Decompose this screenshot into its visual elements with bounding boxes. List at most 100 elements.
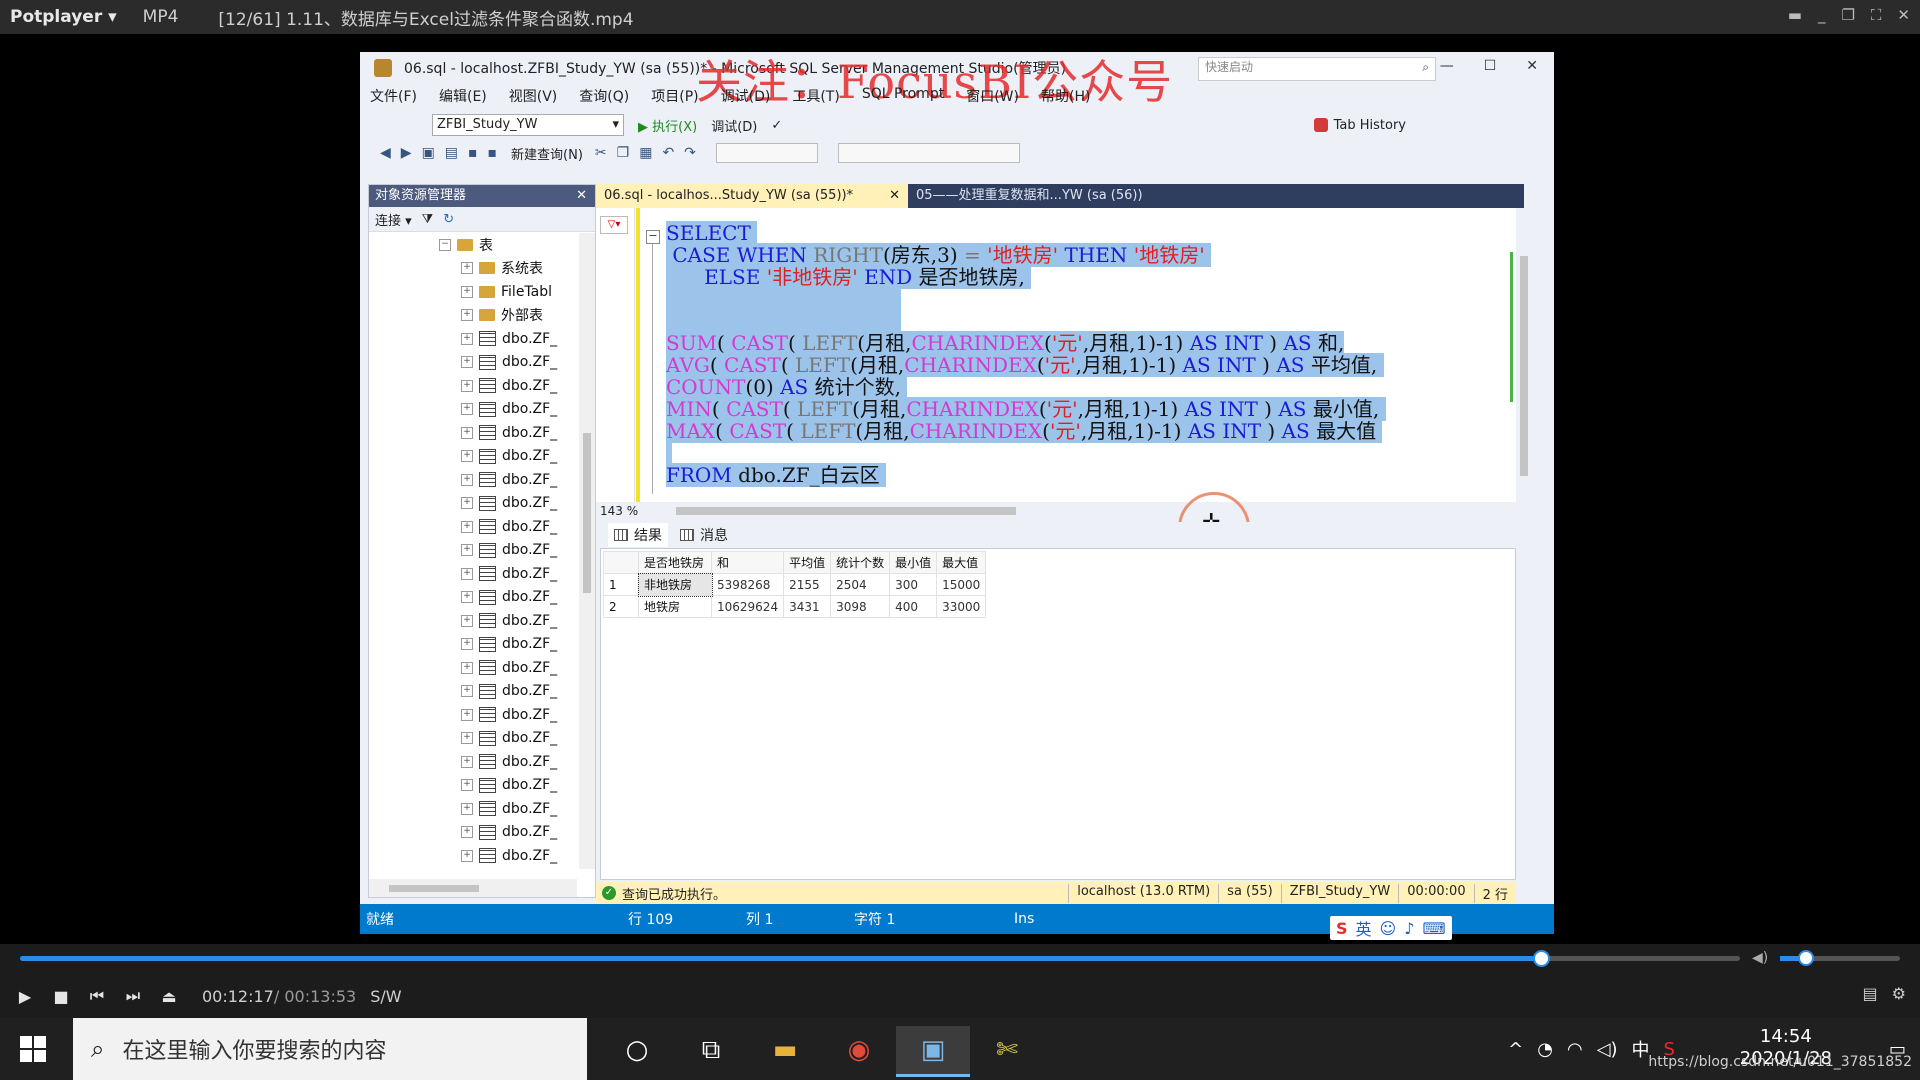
play-icon[interactable]: ▶ xyxy=(14,987,36,1006)
player-menu[interactable]: Potplayer ▾ xyxy=(10,7,117,27)
editor-hscrollbar[interactable] xyxy=(666,502,1516,520)
tree-node-folder[interactable]: + FileTabl xyxy=(369,280,577,304)
speaker-icon[interactable]: ◁) xyxy=(1597,1039,1618,1060)
tab-close-icon[interactable]: ✕ xyxy=(889,184,900,208)
seek-bar[interactable] xyxy=(20,950,1740,967)
fullscreen-icon[interactable]: ⛶ xyxy=(1871,6,1882,24)
volume-icon[interactable]: ◀) xyxy=(1752,950,1768,966)
open-file-icon[interactable]: ▤ xyxy=(445,145,458,161)
grid-cell[interactable]: 地铁房 xyxy=(638,595,712,618)
tree-node-table[interactable]: + dbo.ZF_ xyxy=(369,844,577,868)
expand-icon[interactable]: + xyxy=(461,332,473,345)
tree-node-table[interactable]: + dbo.ZF_ xyxy=(369,398,577,422)
volume-handle[interactable] xyxy=(1798,950,1814,966)
menu-query[interactable]: 查询(Q) xyxy=(579,86,629,108)
minimize-icon[interactable]: _ xyxy=(1818,6,1826,24)
expand-icon[interactable]: + xyxy=(461,285,473,298)
tree-node-table[interactable]: + dbo.ZF_ xyxy=(369,374,577,398)
grid-cell[interactable]: 15000 xyxy=(936,573,987,596)
menu-edit[interactable]: 编辑(E) xyxy=(439,86,487,108)
expand-icon[interactable]: + xyxy=(461,849,473,862)
tab-05-sql[interactable]: 05——处理重复数据和...YW (sa (56)) xyxy=(908,184,1151,208)
expand-icon[interactable]: + xyxy=(461,450,473,463)
previous-icon[interactable]: ⏮ xyxy=(86,986,108,1006)
tree-node-table[interactable]: + dbo.ZF_ xyxy=(369,586,577,610)
wifi-icon[interactable]: ◠ xyxy=(1567,1039,1583,1060)
expand-icon[interactable]: + xyxy=(461,755,473,768)
column-header[interactable]: 是否地铁房 xyxy=(638,551,712,574)
menu-help[interactable]: 帮助(H) xyxy=(1041,86,1090,108)
pin-icon[interactable]: ▬ xyxy=(1788,6,1802,24)
tree-node-table[interactable]: + dbo.ZF_ xyxy=(369,351,577,375)
tree-node-table[interactable]: + dbo.ZF_ xyxy=(369,492,577,516)
tree-node-table[interactable]: + dbo.ZF_ xyxy=(369,421,577,445)
zoom-select[interactable]: 143 % xyxy=(596,502,670,520)
column-header[interactable]: 平均值 xyxy=(783,551,832,574)
grid-cell[interactable]: 400 xyxy=(889,595,938,618)
tab-results[interactable]: 结果 xyxy=(608,523,668,547)
column-header[interactable]: 最小值 xyxy=(889,551,938,574)
save-all-icon[interactable]: ▪ xyxy=(488,145,498,161)
editor-vscrollbar[interactable] xyxy=(1516,208,1532,502)
grid-cell[interactable]: 2504 xyxy=(830,573,891,596)
solution-config-combo[interactable] xyxy=(715,143,818,163)
column-header[interactable]: 统计个数 xyxy=(830,551,891,574)
eject-icon[interactable]: ⏏ xyxy=(158,987,180,1006)
mic-icon[interactable]: ♪ xyxy=(1404,919,1414,938)
menu-file[interactable]: 文件(F) xyxy=(370,86,417,108)
expand-icon[interactable]: + xyxy=(461,567,473,580)
tree-node-table[interactable]: + dbo.ZF_ xyxy=(369,656,577,680)
volume-slider[interactable] xyxy=(1780,950,1900,966)
connect-button[interactable]: 连接 ▾ xyxy=(375,210,412,229)
tree-node-table[interactable]: + dbo.ZF_ xyxy=(369,821,577,845)
grid-cell[interactable]: 非地铁房 xyxy=(637,572,713,597)
expand-icon[interactable]: + xyxy=(461,614,473,627)
chrome-icon[interactable]: ◉ xyxy=(822,1026,896,1074)
new-query-button[interactable]: 新建查询(N) xyxy=(511,144,583,163)
grid-cell[interactable]: 3098 xyxy=(830,595,891,618)
cut-icon[interactable]: ✂ xyxy=(595,145,607,161)
quick-launch-input[interactable]: 快速启动 ⌕ xyxy=(1198,57,1436,81)
expand-icon[interactable]: + xyxy=(461,802,473,815)
ssms-maximize-icon[interactable]: ☐ xyxy=(1484,58,1497,74)
menu-project[interactable]: 项目(P) xyxy=(651,86,698,108)
file-explorer-icon[interactable]: ▬ xyxy=(748,1026,822,1074)
new-project-icon[interactable]: ▣ xyxy=(422,145,435,161)
query-editor[interactable]: ▽▾ − SELECT CASE WHEN RIGHT(房东,3) = '地铁房… xyxy=(596,208,1517,502)
expand-icon[interactable]: + xyxy=(461,708,473,721)
tab-history-button[interactable]: Tab History xyxy=(1313,118,1406,133)
expand-icon[interactable]: + xyxy=(461,403,473,416)
grid-cell[interactable]: 300 xyxy=(889,573,938,596)
tab-messages[interactable]: 消息 xyxy=(680,525,728,545)
tree-node-table[interactable]: + dbo.ZF_ xyxy=(369,703,577,727)
grid-cell[interactable]: 3431 xyxy=(783,595,832,618)
stop-icon[interactable]: ■ xyxy=(50,987,72,1006)
filter-icon[interactable]: ⧩ xyxy=(422,212,434,227)
grid-cell[interactable]: 33000 xyxy=(936,595,987,618)
tree-node-table[interactable]: + dbo.ZF_ xyxy=(369,727,577,751)
emoji-icon[interactable]: ☺ xyxy=(1380,919,1397,938)
expand-icon[interactable]: + xyxy=(461,661,473,674)
windows-start-icon[interactable] xyxy=(20,1036,46,1062)
menu-window[interactable]: 窗口(W) xyxy=(966,86,1019,108)
tree-node-table[interactable]: + dbo.ZF_ xyxy=(369,539,577,563)
taskbar-search-input[interactable]: ⌕ 在这里输入你要搜索的内容 xyxy=(73,1018,587,1080)
keyboard-icon[interactable]: ⌨ xyxy=(1422,919,1445,938)
expand-icon[interactable]: + xyxy=(461,779,473,792)
ssms-close-icon[interactable]: ✕ xyxy=(1526,58,1538,74)
restore-icon[interactable]: ❐ xyxy=(1841,6,1854,24)
expand-icon[interactable]: + xyxy=(461,685,473,698)
table-row[interactable]: 2 地铁房 10629624 3431 3098 400 33000 xyxy=(603,595,987,618)
parse-icon[interactable]: ✓ xyxy=(771,118,782,133)
grid-cell[interactable]: 2155 xyxy=(783,573,832,596)
debug-button[interactable]: 调试(D) xyxy=(711,116,757,135)
column-header[interactable]: 最大值 xyxy=(936,551,987,574)
refresh-icon[interactable]: ↻ xyxy=(443,212,454,227)
tree-node-table[interactable]: + dbo.ZF_ xyxy=(369,562,577,586)
object-explorer-hscrollbar[interactable] xyxy=(369,879,577,897)
grid-cell[interactable]: 5398268 xyxy=(710,573,785,596)
redo-icon[interactable]: ↷ xyxy=(684,145,696,161)
menu-tools[interactable]: 工具(T) xyxy=(792,86,839,108)
network-icon[interactable]: ◔ xyxy=(1537,1039,1553,1060)
execute-button[interactable]: ▶ 执行(X) xyxy=(638,116,697,135)
